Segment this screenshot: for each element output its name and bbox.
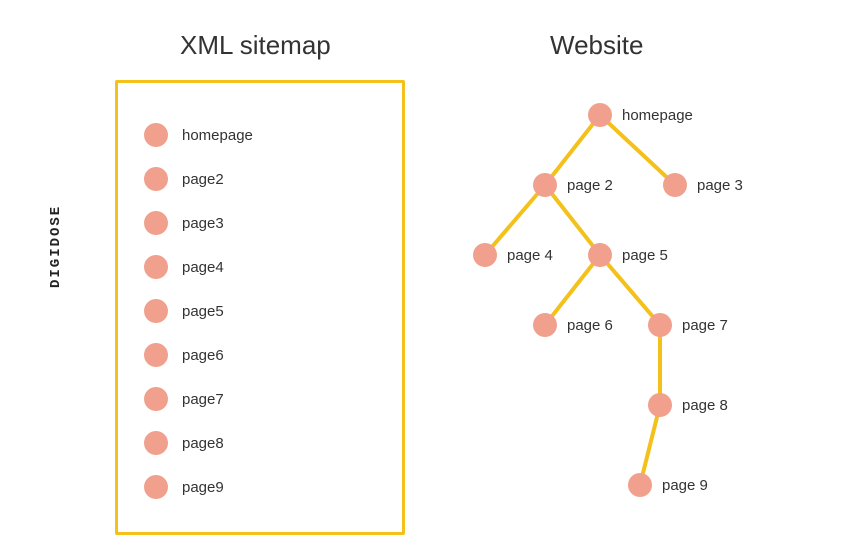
tree-node-label: page 3 — [697, 177, 743, 194]
node-dot-icon — [144, 475, 168, 499]
node-dot-icon — [588, 243, 612, 267]
node-dot-icon — [533, 313, 557, 337]
node-dot-icon — [473, 243, 497, 267]
tree-node-page6: page 6 — [533, 313, 613, 337]
tree-node-page2: page 2 — [533, 173, 613, 197]
sitemap-item-label: page3 — [182, 215, 224, 232]
list-item: page8 — [118, 421, 402, 465]
list-item: page9 — [118, 465, 402, 509]
sitemap-item-label: page7 — [182, 391, 224, 408]
list-item: homepage — [118, 113, 402, 157]
tree-node-label: page 2 — [567, 177, 613, 194]
node-dot-icon — [144, 211, 168, 235]
sitemap-item-label: page6 — [182, 347, 224, 364]
node-dot-icon — [144, 387, 168, 411]
sitemap-item-label: page5 — [182, 303, 224, 320]
tree-node-label: homepage — [622, 107, 693, 124]
node-dot-icon — [628, 473, 652, 497]
sitemap-item-label: page9 — [182, 479, 224, 496]
tree-node-label: page 5 — [622, 247, 668, 264]
sitemap-item-label: page4 — [182, 259, 224, 276]
tree-node-homepage: homepage — [588, 103, 693, 127]
list-item: page6 — [118, 333, 402, 377]
node-dot-icon — [144, 167, 168, 191]
node-dot-icon — [144, 255, 168, 279]
tree-node-page9: page 9 — [628, 473, 708, 497]
watermark-text: DIGIDOSE — [48, 205, 64, 288]
tree-node-label: page 7 — [682, 317, 728, 334]
tree-node-label: page 6 — [567, 317, 613, 334]
sitemap-item-label: page8 — [182, 435, 224, 452]
tree-node-label: page 9 — [662, 477, 708, 494]
list-item: page5 — [118, 289, 402, 333]
node-dot-icon — [648, 393, 672, 417]
tree-node-page4: page 4 — [473, 243, 553, 267]
list-item: page7 — [118, 377, 402, 421]
list-item: page3 — [118, 201, 402, 245]
tree-node-label: page 8 — [682, 397, 728, 414]
node-dot-icon — [533, 173, 557, 197]
tree-node-page7: page 7 — [648, 313, 728, 337]
list-item: page2 — [118, 157, 402, 201]
tree-node-page5: page 5 — [588, 243, 668, 267]
node-dot-icon — [648, 313, 672, 337]
website-title: Website — [550, 30, 643, 61]
node-dot-icon — [588, 103, 612, 127]
node-dot-icon — [144, 343, 168, 367]
tree-node-label: page 4 — [507, 247, 553, 264]
sitemap-title: XML sitemap — [180, 30, 331, 61]
tree-node-page3: page 3 — [663, 173, 743, 197]
sitemap-item-label: homepage — [182, 127, 253, 144]
node-dot-icon — [144, 299, 168, 323]
node-dot-icon — [144, 123, 168, 147]
node-dot-icon — [144, 431, 168, 455]
node-dot-icon — [663, 173, 687, 197]
sitemap-item-label: page2 — [182, 171, 224, 188]
website-tree: homepage page 2 page 3 page 4 page 5 page 6 pa… — [440, 80, 840, 540]
list-item: page4 — [118, 245, 402, 289]
tree-node-page8: page 8 — [648, 393, 728, 417]
sitemap-box: homepage page2 page3 page4 page5 page6 page7 pa… — [115, 80, 405, 535]
